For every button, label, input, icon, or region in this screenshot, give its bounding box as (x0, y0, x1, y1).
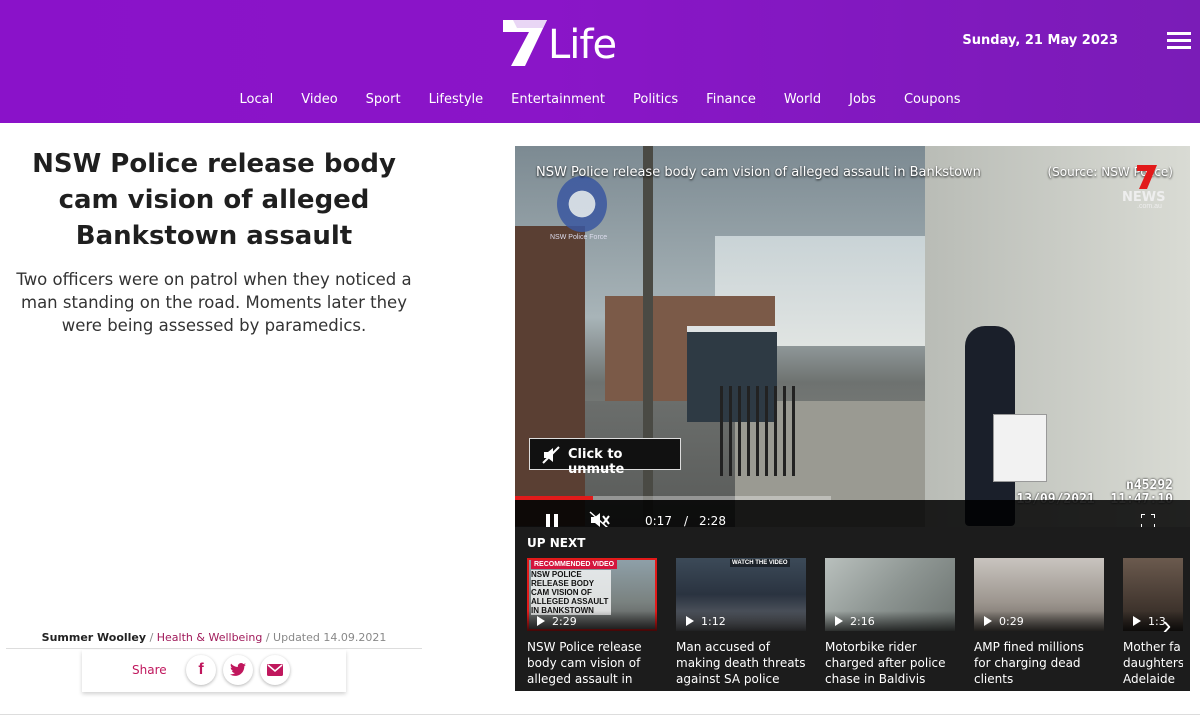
nav-local[interactable]: Local (226, 92, 288, 107)
header-date: Sunday, 21 May 2023 (962, 33, 1118, 48)
bodycam-id: n45292 (1126, 478, 1173, 493)
article-title: NSW Police release body cam vision of al… (32, 149, 396, 251)
category-link[interactable]: Health & Wellbeing (157, 631, 263, 644)
pause-icon[interactable] (546, 514, 560, 527)
news-logo-sub: .com.au (1137, 203, 1162, 210)
card-duration: 2:16 (850, 615, 875, 628)
email-icon[interactable] (260, 655, 290, 685)
card-duration: 1:12 (701, 615, 726, 628)
police-badge-icon (557, 176, 607, 232)
up-next-card[interactable]: 2:16 Motorbike rider charged after polic… (825, 558, 955, 687)
play-icon (686, 616, 694, 626)
chevron-right-icon[interactable]: › (1155, 610, 1179, 640)
card-thumbnail: WATCH THE VIDEO 1:12 (676, 558, 806, 631)
up-next-label: UP NEXT (527, 536, 586, 550)
nav-politics[interactable]: Politics (619, 92, 692, 107)
current-time: 0:17 (645, 514, 672, 527)
muted-volume-icon[interactable] (589, 511, 611, 527)
card-title: Mother fa daughters Adelaide c (1123, 640, 1183, 686)
up-next-card[interactable]: RECOMMENDED VIDEO NSW POLICE RELEASE BOD… (527, 558, 657, 687)
duration: 2:28 (699, 514, 726, 527)
watch-tag: WATCH THE VIDEO (730, 559, 790, 567)
nav-jobs[interactable]: Jobs (835, 92, 890, 107)
logo-text: Life (548, 22, 617, 68)
thumb-gradient (974, 611, 1104, 631)
player-controls: 0:17 / 2:28 (515, 500, 1190, 527)
site-header: Life Sunday, 21 May 2023 Local Video Sport… (0, 0, 1200, 123)
share-bar: Share f (82, 650, 346, 692)
article-subtitle: Two officers were on patrol when they no… (16, 270, 412, 335)
nav-entertainment[interactable]: Entertainment (497, 92, 619, 107)
video-building-left (515, 226, 585, 526)
twitter-icon[interactable] (223, 655, 253, 685)
card-thumbnail: RECOMMENDED VIDEO NSW POLICE RELEASE BOD… (527, 558, 657, 631)
card-thumbnail: 0:29 (974, 558, 1104, 631)
thumb-gradient (527, 611, 657, 631)
card-thumbnail: 2:16 (825, 558, 955, 631)
video-frame[interactable]: NSW Police Force NSW Police release body… (515, 146, 1190, 527)
nav-finance[interactable]: Finance (692, 92, 770, 107)
nav-video[interactable]: Video (287, 92, 351, 107)
nav-coupons[interactable]: Coupons (890, 92, 975, 107)
fullscreen-icon[interactable] (1141, 514, 1155, 527)
card-title: Man accused of making death threats agai… (676, 640, 806, 686)
thumbnail-headline: NSW POLICE RELEASE BODY CAM VISION OF AL… (531, 570, 611, 615)
divider (6, 648, 422, 649)
menu-icon[interactable] (1167, 32, 1191, 50)
nav-lifestyle[interactable]: Lifestyle (415, 92, 498, 107)
time-separator: / (684, 514, 689, 527)
video-fence (720, 386, 800, 476)
play-icon (537, 616, 545, 626)
card-title: AMP fined millions for charging dead cli… (974, 640, 1084, 686)
thumb-gradient (825, 611, 955, 631)
video-player[interactable]: NSW Police Force NSW Police release body… (515, 146, 1190, 691)
facebook-icon[interactable]: f (186, 655, 216, 685)
recommended-tag: RECOMMENDED VIDEO (531, 560, 618, 569)
play-icon (1133, 616, 1141, 626)
badge-text: NSW Police Force (550, 234, 608, 241)
up-next-card[interactable]: WATCH THE VIDEO 1:12 Man accused of maki… (676, 558, 806, 687)
thumb-gradient (676, 611, 806, 631)
nav-world[interactable]: World (770, 92, 835, 107)
play-icon (835, 616, 843, 626)
play-icon (984, 616, 992, 626)
muted-speaker-icon (542, 446, 560, 464)
card-duration: 0:29 (999, 615, 1024, 628)
unmute-label: Click to unmute (568, 447, 625, 477)
card-duration: 2:29 (552, 615, 577, 628)
video-bag (993, 414, 1047, 482)
share-label: Share (132, 663, 167, 677)
unmute-button[interactable]: Click to unmute (529, 438, 681, 477)
byline: Summer Woolley / Health & Wellbeing / Up… (41, 631, 387, 644)
updated-date: Updated 14.09.2021 (273, 631, 387, 644)
up-next-card[interactable]: 0:29 AMP fined millions for charging dea… (974, 558, 1104, 687)
footer-divider (0, 714, 1200, 715)
nav-sport[interactable]: Sport (352, 92, 415, 107)
video-title: NSW Police release body cam vision of al… (536, 165, 981, 180)
main-nav: Local Video Sport Lifestyle Entertainment Pol… (0, 92, 1200, 107)
author-link[interactable]: Summer Woolley (42, 631, 146, 644)
card-title: Motorbike rider charged after police cha… (825, 640, 946, 686)
card-title: NSW Police release body cam vision of al… (527, 640, 642, 686)
